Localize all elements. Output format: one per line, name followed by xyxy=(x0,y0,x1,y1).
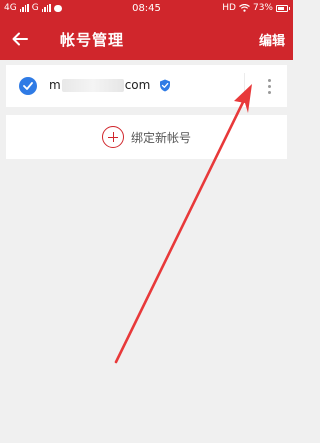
battery-icon xyxy=(276,4,290,12)
account-item[interactable]: m com xyxy=(6,65,287,107)
hd-indicator: HD xyxy=(222,3,236,13)
plus-icon xyxy=(101,126,124,148)
back-arrow-icon xyxy=(12,32,28,46)
app-bar: 帐号管理 编辑 xyxy=(0,18,293,60)
page-title: 帐号管理 xyxy=(60,31,125,49)
edit-button[interactable]: 编辑 xyxy=(259,30,285,49)
bind-new-account-label: 绑定新帐号 xyxy=(130,130,191,145)
back-button[interactable] xyxy=(6,25,34,53)
wifi-icon xyxy=(239,4,250,12)
verified-shield-icon xyxy=(160,79,170,92)
bind-new-account-button[interactable]: 绑定新帐号 xyxy=(6,115,287,159)
status-right: HD 73% xyxy=(222,3,290,13)
divider xyxy=(244,73,245,99)
check-icon[interactable] xyxy=(19,77,37,95)
email-suffix: com xyxy=(124,78,151,92)
checkmark-glyph xyxy=(23,82,33,90)
battery-percent: 73% xyxy=(252,3,273,13)
email-mask xyxy=(61,78,124,92)
status-bar: 4G G 08:45 HD 73% xyxy=(0,0,293,18)
email-prefix: m xyxy=(49,78,61,92)
account-email: m com xyxy=(49,78,150,92)
more-options-icon[interactable] xyxy=(259,74,279,98)
